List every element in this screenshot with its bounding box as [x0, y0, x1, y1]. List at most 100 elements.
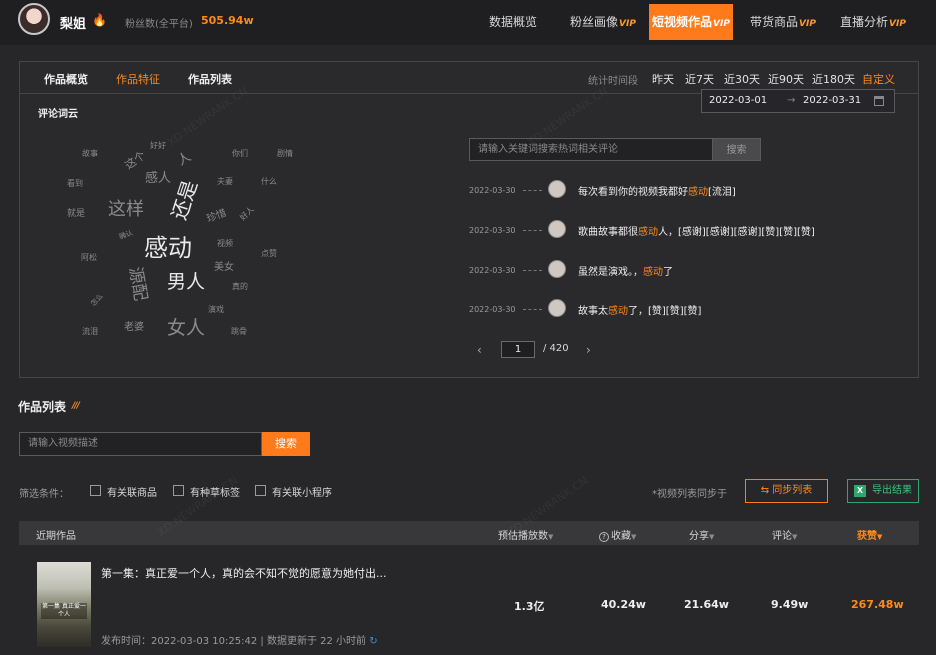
comment-keyword: 感动: [608, 306, 628, 317]
nav-label: 直播分析: [840, 15, 889, 29]
comment-text-part: 每次看到你的视频我都好: [578, 187, 688, 198]
cloud-word: 好人: [238, 204, 256, 223]
filter-products-checkbox[interactable]: [90, 485, 101, 496]
cloud-word: 源配: [124, 265, 151, 303]
col-comments[interactable]: 评论▼: [772, 527, 797, 542]
likes-value: 267.48w: [851, 598, 904, 611]
divider: |: [260, 636, 264, 647]
calendar-icon: [874, 96, 884, 106]
col-recent-works: 近期作品: [36, 531, 76, 542]
col-shares[interactable]: 分享▼: [689, 527, 714, 542]
comment-avatar: [548, 180, 566, 198]
vip-badge: VIP: [889, 19, 906, 29]
avatar[interactable]: [18, 3, 50, 35]
update-note: 数据更新于 22 小时前: [266, 636, 367, 647]
vip-badge: VIP: [799, 19, 816, 29]
export-label: 导出结果: [872, 485, 912, 496]
range-180d[interactable]: 近180天: [812, 71, 855, 87]
date-range-picker[interactable]: 2022-03-01 → 2022-03-31: [701, 89, 895, 113]
sort-arrow-icon: ▼: [709, 533, 715, 541]
cloud-word: 故事: [82, 149, 98, 158]
video-title[interactable]: 第一集：真正爱一个人，真的会不知不觉的愿意为她付出...: [101, 565, 387, 581]
filter-tags-checkbox[interactable]: [173, 485, 184, 496]
nav-products[interactable]: 带货商品VIP: [750, 4, 816, 40]
pager-prev-button[interactable]: ‹: [477, 343, 482, 357]
fans-label: 粉丝数(全平台): [125, 19, 193, 30]
export-button[interactable]: X 导出结果: [847, 479, 919, 503]
nav-data-overview[interactable]: 数据概览: [489, 4, 537, 40]
date-arrow: →: [787, 95, 796, 106]
tab-overview[interactable]: 作品概览: [44, 71, 88, 87]
table-header: 近期作品 预估播放数▼ ? 收藏▼ 分享▼ 评论▼ 获赞▼: [19, 521, 919, 545]
pager-next-button[interactable]: ›: [586, 343, 591, 357]
top-bar: 梨姐 🔥 粉丝数(全平台) 505.94w 数据概览 粉丝画像VIP 短视频作品…: [0, 0, 936, 45]
publish-label: 发布时间：: [101, 636, 151, 647]
cloud-word: 女人: [167, 317, 206, 339]
range-custom[interactable]: 自定义: [862, 71, 895, 87]
cloud-word: 阿松: [81, 253, 97, 262]
time-range-label: 统计时间段: [588, 76, 638, 87]
date-start: 2022-03-01: [709, 95, 768, 106]
range-yesterday[interactable]: 昨天: [652, 71, 674, 87]
nav-label: 带货商品: [750, 15, 799, 29]
range-90d[interactable]: 近90天: [768, 71, 804, 87]
cloud-word: 老婆: [124, 322, 144, 333]
comment-keyword: 感动: [688, 187, 708, 198]
sort-arrow-icon: ▼: [792, 533, 798, 541]
cloud-word: 就是: [67, 209, 86, 219]
comment-date: 2022-03-30: [469, 305, 516, 314]
comment-connector: [523, 270, 542, 271]
sync-list-button[interactable]: ⇆ 同步列表: [745, 479, 828, 503]
favorites-value: 40.24w: [601, 598, 646, 611]
comment-search-input[interactable]: 请输入关键词搜索热词相关评论: [469, 138, 713, 161]
nav-live-analysis[interactable]: 直播分析VIP: [840, 4, 906, 40]
cloud-word: 流泪: [82, 327, 98, 336]
comment-keyword: 感动: [638, 227, 658, 238]
comment-avatar: [548, 260, 566, 278]
nav-fans-profile[interactable]: 粉丝画像VIP: [570, 4, 636, 40]
video-search-input[interactable]: 请输入视频描述: [19, 432, 262, 456]
comment-search-button[interactable]: 搜索: [712, 138, 761, 161]
publish-info: 发布时间：2022-03-03 10:25:42 | 数据更新于 22 小时前 …: [101, 632, 378, 647]
cloud-word: 什么: [261, 177, 277, 186]
comment-connector: [523, 230, 542, 231]
plays-value: 1.3亿: [514, 600, 545, 613]
comment-text: 虽然是演戏。，感动了: [578, 263, 673, 278]
comment-avatar: [548, 220, 566, 238]
comment-date: 2022-03-30: [469, 266, 516, 275]
fans-value: 505.94w: [201, 14, 254, 27]
cloud-word: 你们: [232, 149, 248, 158]
filter-miniprogram-checkbox[interactable]: [255, 485, 266, 496]
comment-keyword: 感动: [643, 267, 663, 278]
cloud-word: 人: [175, 149, 194, 169]
refresh-icon[interactable]: ↻: [369, 636, 377, 647]
cloud-word: 演戏: [208, 305, 224, 314]
tab-list[interactable]: 作品列表: [188, 71, 232, 87]
cloud-word: 确认: [118, 228, 134, 242]
pager-input[interactable]: 1: [501, 341, 535, 358]
range-30d[interactable]: 近30天: [724, 71, 760, 87]
thumbnail-caption: 第一集 真正爱一个人: [41, 603, 87, 619]
nav-label: 数据概览: [489, 15, 538, 29]
col-favorites[interactable]: ? 收藏▼: [599, 527, 636, 542]
cloud-word: 夫妻: [217, 177, 233, 186]
comment-text-part: 故事太: [578, 306, 608, 317]
vip-badge: VIP: [619, 19, 636, 29]
filter-label: 筛选条件：: [19, 489, 69, 500]
comment-text-part: 虽然是演戏。，: [578, 267, 643, 278]
sort-arrow-icon: ▼: [877, 533, 883, 541]
video-search-button[interactable]: 搜索: [262, 432, 310, 456]
cloud-word: 珍惜: [205, 207, 228, 225]
word-cloud-title: 评论词云: [38, 109, 78, 120]
filter-miniprogram-label: 有关联小程序: [272, 488, 332, 499]
filter-products-label: 有关联商品: [107, 488, 157, 499]
title-decoration: ///: [72, 401, 80, 411]
comment-text-part: [流泪]: [708, 187, 736, 198]
col-likes[interactable]: 获赞▼: [857, 527, 882, 542]
comment-text: 歌曲故事都很感动人，[感谢][感谢][感谢][赞][赞][赞]: [578, 223, 815, 238]
range-7d[interactable]: 近7天: [685, 71, 714, 87]
tab-features[interactable]: 作品特征: [116, 71, 160, 87]
video-thumbnail[interactable]: 第一集 真正爱一个人: [37, 562, 91, 647]
nav-short-videos[interactable]: 短视频作品VIP: [649, 4, 733, 40]
comment-text-part: 了，[赞][赞][赞]: [628, 306, 702, 317]
